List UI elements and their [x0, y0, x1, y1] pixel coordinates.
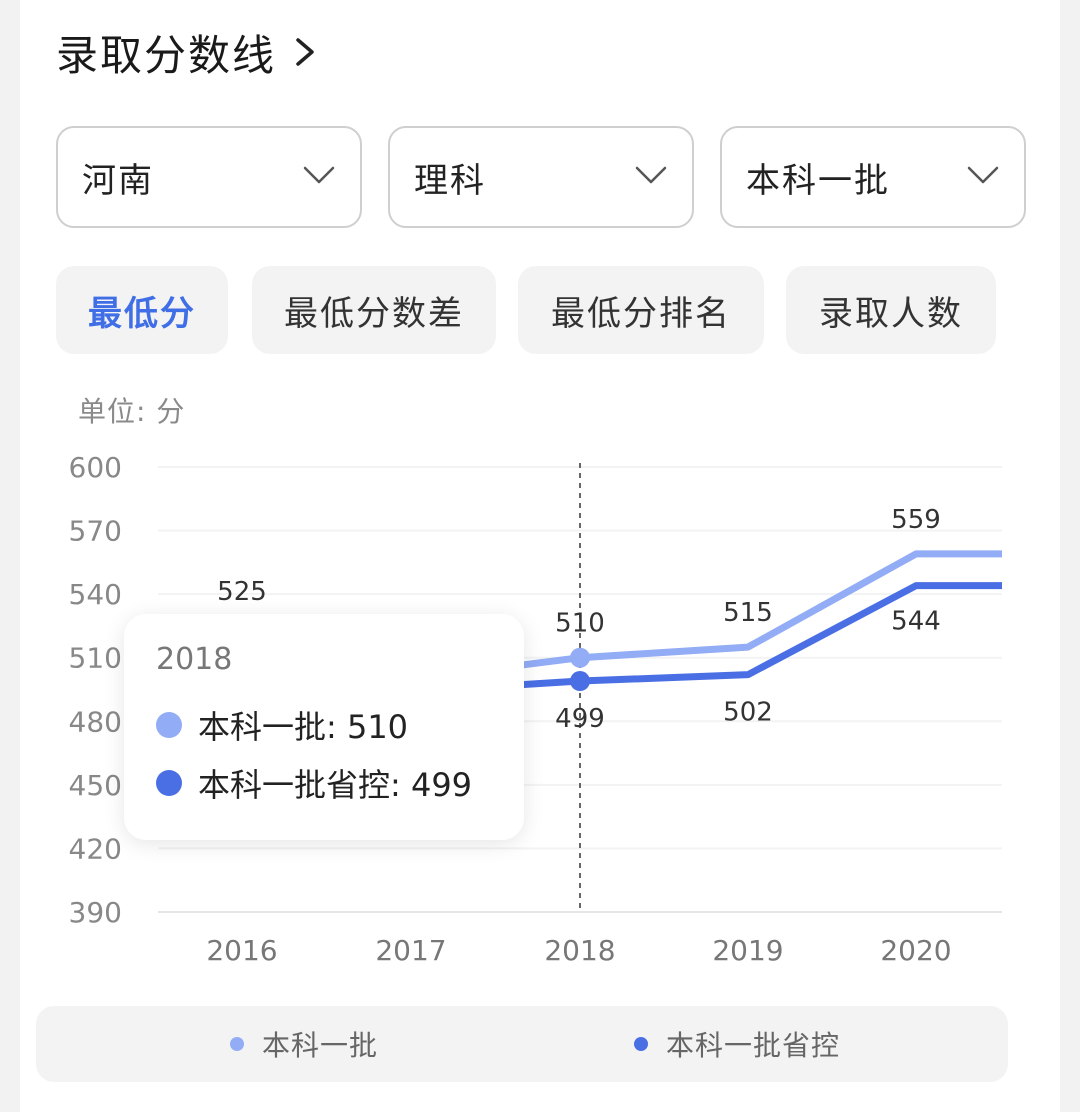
- tooltip-row: 本科一批省控: 499: [156, 760, 472, 806]
- data-label: 544: [891, 607, 941, 637]
- filter-row: 河南 理科 本科一批: [56, 126, 1028, 230]
- y-tick-label: 510: [69, 642, 122, 675]
- chevron-right-icon: [296, 38, 314, 66]
- subject-select-value: 理科: [414, 160, 486, 201]
- x-tick-label: 2019: [712, 934, 783, 967]
- tab-min-score-rank[interactable]: 最低分排名: [518, 266, 764, 354]
- data-label: 525: [217, 577, 267, 607]
- data-label: 499: [555, 704, 605, 734]
- y-tick-label: 570: [69, 515, 122, 548]
- y-tick-label: 600: [69, 451, 122, 484]
- batch-select[interactable]: 本科一批: [720, 126, 1026, 228]
- chevron-down-icon: [967, 166, 999, 184]
- tooltip-row-text: 本科一批: 510: [198, 708, 409, 746]
- legend-item-series1[interactable]: 本科一批: [230, 1006, 378, 1082]
- chart-tooltip: 2018 本科一批: 510 本科一批省控: 499: [124, 614, 524, 840]
- province-select[interactable]: 河南: [56, 126, 362, 228]
- x-tick-label: 2017: [375, 934, 446, 967]
- legend-label: 本科一批省控: [666, 1029, 841, 1062]
- data-point[interactable]: [570, 647, 590, 668]
- unit-label: 单位: 分: [78, 395, 186, 428]
- chevron-down-icon: [303, 166, 335, 184]
- tooltip-row: 本科一批: 510: [156, 702, 408, 748]
- data-label: 510: [555, 609, 605, 639]
- batch-select-value: 本科一批: [746, 160, 890, 201]
- tab-min-score[interactable]: 最低分: [56, 266, 228, 354]
- data-label: 515: [723, 598, 773, 628]
- series2-dot: [156, 770, 182, 796]
- legend-label: 本科一批: [262, 1029, 379, 1062]
- y-tick-label: 540: [69, 578, 122, 611]
- legend-dot: [634, 1037, 648, 1051]
- province-select-value: 河南: [82, 160, 154, 201]
- section-title-text: 录取分数线: [56, 30, 277, 80]
- tooltip-year: 2018: [156, 642, 233, 677]
- chevron-down-icon: [635, 166, 667, 184]
- metric-tabs: 最低分 最低分数差 最低分排名 录取人数: [56, 266, 1036, 354]
- legend-item-series2[interactable]: 本科一批省控: [634, 1006, 840, 1082]
- chart-legend: 本科一批 本科一批省控: [36, 1006, 1008, 1082]
- tooltip-row-text: 本科一批省控: 499: [198, 766, 473, 804]
- legend-dot: [230, 1037, 244, 1051]
- tab-min-score-diff[interactable]: 最低分数差: [252, 266, 496, 354]
- y-tick-label: 420: [69, 832, 122, 865]
- tab-admission-count[interactable]: 录取人数: [786, 266, 996, 354]
- x-tick-label: 2020: [880, 934, 951, 967]
- y-tick-label: 480: [69, 705, 122, 738]
- data-point[interactable]: [570, 671, 590, 692]
- y-tick-label: 450: [69, 769, 122, 802]
- section-title[interactable]: 录取分数线: [56, 20, 320, 84]
- subject-select[interactable]: 理科: [388, 126, 694, 228]
- data-label: 559: [891, 505, 941, 535]
- series1-dot: [156, 712, 182, 738]
- x-tick-label: 2016: [206, 934, 277, 967]
- y-tick-label: 390: [69, 896, 122, 929]
- x-tick-label: 2018: [544, 934, 615, 967]
- data-label: 502: [723, 698, 773, 728]
